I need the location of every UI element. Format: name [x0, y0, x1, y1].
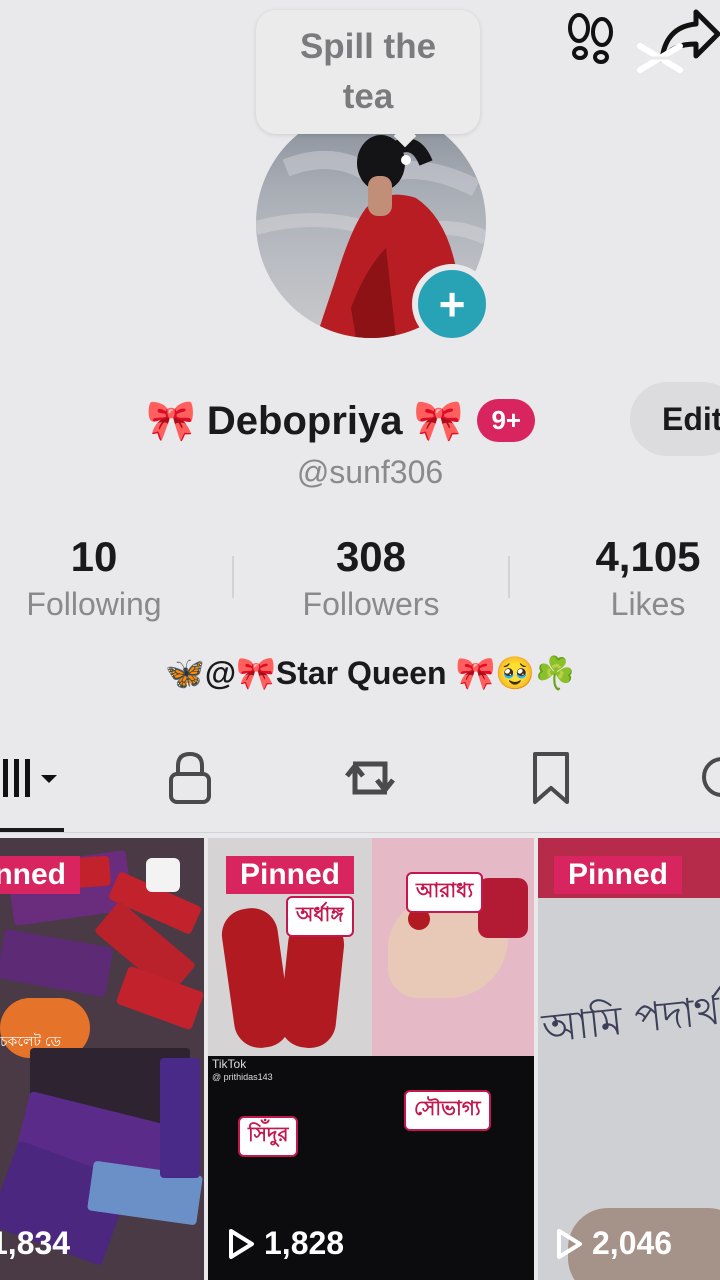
stat-value: 4,105 [595, 533, 701, 580]
note-bubble-text: Spill the tea [299, 27, 437, 116]
overlay-text: চকলেট ডে [0, 1033, 61, 1049]
stat-divider [232, 556, 234, 598]
tab-reposts[interactable] [338, 750, 402, 810]
note-bubble[interactable]: Spill the tea [256, 10, 480, 134]
footprints-icon[interactable] [562, 8, 620, 66]
stat-followers[interactable]: 308 Followers [261, 532, 481, 626]
capcut-watermark-icon [636, 38, 686, 78]
view-count-text: 1,834 [0, 1225, 71, 1261]
pinned-badge: Pinned [554, 856, 683, 894]
edit-profile-button[interactable]: Edit [630, 382, 720, 456]
view-count-text: 2,046 [592, 1225, 673, 1261]
bio: 🦋@🎀Star Queen 🎀🥹☘️ [164, 655, 576, 691]
tiktok-watermark: TikTok @ prithidas143 [212, 1058, 273, 1084]
overlay-text: সিঁদুর [238, 1116, 299, 1157]
overlay-text: আমি পদার্থ [539, 987, 720, 1053]
edit-profile-label: Edit [662, 400, 720, 437]
name-row: 🎀 Debopriya 🎀 9+ [146, 390, 536, 450]
stat-following[interactable]: 10 Following [0, 532, 204, 626]
stat-value: 308 [335, 533, 407, 580]
tab-private[interactable] [160, 750, 220, 810]
watermark-brand: TikTok [212, 1057, 247, 1071]
stat-label: Following [26, 586, 162, 622]
pinned-badge: Pinned [226, 856, 355, 894]
tab-saved[interactable] [524, 750, 578, 810]
stat-label: Likes [610, 586, 686, 622]
bookmark-icon [527, 750, 575, 811]
overlay-text: অর্ধাঙ্গ [286, 896, 354, 937]
notification-badge[interactable]: 9+ [477, 398, 536, 442]
tab-bar-divider [0, 832, 720, 833]
grid-icon [1, 753, 63, 808]
view-count-text: 1,828 [264, 1225, 345, 1261]
heart-icon [696, 753, 720, 808]
video-tile[interactable]: অর্ধাঙ্গ আরাধ্য TikTok @ prithidas143 সি… [208, 838, 534, 1280]
play-icon [557, 1228, 582, 1259]
video-tile[interactable]: আমি পদার্থ Pinned 2,046 [538, 838, 720, 1280]
tab-liked[interactable] [696, 750, 720, 810]
plus-icon: + [438, 278, 466, 330]
stat-likes[interactable]: 4,105 Likes [538, 532, 720, 626]
repost-icon [339, 750, 401, 811]
video-tile[interactable]: চকলেট ডে Pinned 1,834 [0, 838, 204, 1280]
add-profile-photo-button[interactable]: + [412, 264, 492, 344]
select-checkbox[interactable] [146, 858, 180, 892]
play-icon [229, 1228, 254, 1259]
stat-value: 10 [70, 533, 118, 580]
overlay-text: সৌভাগ্য [404, 1090, 491, 1131]
overlay-text: আরাধ্য [406, 872, 484, 913]
tab-videos[interactable] [0, 750, 64, 810]
username: @sunf306 [296, 454, 444, 490]
display-name: 🎀 Debopriya 🎀 [146, 398, 464, 443]
lock-icon [165, 750, 215, 811]
view-count: 1,834 [0, 1225, 70, 1262]
view-count: 1,828 [226, 1225, 344, 1262]
active-tab-indicator [0, 828, 64, 832]
watermark-user: @ prithidas143 [212, 1072, 273, 1082]
view-count: 2,046 [554, 1225, 672, 1262]
stat-label: Followers [302, 586, 440, 622]
stat-divider [508, 556, 510, 598]
pinned-badge: Pinned [0, 856, 81, 894]
